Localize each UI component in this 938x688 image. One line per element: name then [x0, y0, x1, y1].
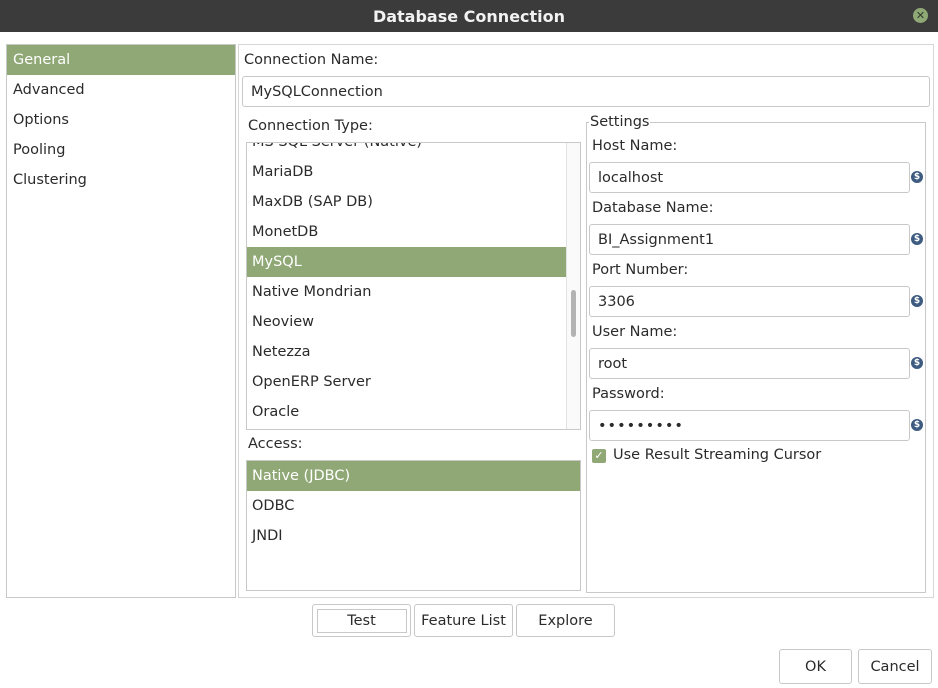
host-name-input[interactable]: localhost: [589, 162, 910, 193]
scrollbar-thumb[interactable]: [571, 290, 576, 337]
connection-name-label: Connection Name:: [244, 52, 379, 68]
password-input[interactable]: •••••••••: [589, 410, 910, 441]
title-bar: Database Connection ✕: [0, 0, 938, 32]
list-item[interactable]: MariaDB: [247, 157, 567, 187]
database-name-label: Database Name:: [592, 200, 714, 216]
connection-type-scrollbar[interactable]: [566, 143, 580, 429]
explore-button[interactable]: Explore: [516, 604, 615, 637]
connection-name-input[interactable]: MySQLConnection: [242, 76, 930, 107]
general-panel: Connection Name: MySQLConnection Connect…: [238, 44, 934, 598]
host-name-label: Host Name:: [592, 138, 678, 154]
user-name-input[interactable]: root: [589, 348, 910, 379]
list-item[interactable]: Neoview: [247, 307, 567, 337]
password-label: Password:: [592, 386, 665, 402]
nav-item-options[interactable]: Options: [7, 105, 235, 135]
list-item[interactable]: Netezza: [247, 337, 567, 367]
variable-icon[interactable]: $: [911, 419, 923, 431]
connection-type-items: MS SQL Server (Native) MariaDB MaxDB (SA…: [247, 143, 567, 427]
variable-icon[interactable]: $: [911, 233, 923, 245]
close-icon[interactable]: ✕: [913, 8, 928, 23]
settings-title: Settings: [589, 114, 651, 130]
test-button-focus: Test: [316, 608, 407, 633]
streaming-cursor-label[interactable]: Use Result Streaming Cursor: [613, 447, 821, 463]
variable-icon[interactable]: $: [911, 295, 923, 307]
feature-list-button[interactable]: Feature List: [414, 604, 513, 637]
list-item[interactable]: Oracle: [247, 397, 567, 427]
list-item[interactable]: Native Mondrian: [247, 277, 567, 307]
port-number-input[interactable]: 3306: [589, 286, 910, 317]
settings-nav: General Advanced Options Pooling Cluster…: [6, 44, 236, 598]
list-item[interactable]: MonetDB: [247, 217, 567, 247]
ok-button[interactable]: OK: [779, 649, 852, 684]
list-item[interactable]: ODBC: [247, 491, 580, 521]
list-item-selected[interactable]: Native (JDBC): [247, 461, 580, 491]
cancel-button[interactable]: Cancel: [858, 649, 932, 684]
test-button[interactable]: Test: [312, 604, 411, 637]
list-item[interactable]: MaxDB (SAP DB): [247, 187, 567, 217]
list-item[interactable]: JNDI: [247, 521, 580, 551]
access-list[interactable]: Native (JDBC) ODBC JNDI: [246, 460, 581, 591]
variable-icon[interactable]: $: [911, 357, 923, 369]
connection-type-label: Connection Type:: [248, 118, 373, 134]
database-name-input[interactable]: BI_Assignment1: [589, 224, 910, 255]
nav-item-advanced[interactable]: Advanced: [7, 75, 235, 105]
user-name-label: User Name:: [592, 324, 678, 340]
nav-item-general[interactable]: General: [7, 45, 235, 75]
list-item[interactable]: OpenERP Server: [247, 367, 567, 397]
streaming-cursor-checkbox[interactable]: ✓: [592, 449, 606, 463]
connection-type-list[interactable]: MS SQL Server (Native) MariaDB MaxDB (SA…: [246, 142, 581, 430]
list-item[interactable]: MS SQL Server (Native): [247, 143, 567, 157]
nav-item-pooling[interactable]: Pooling: [7, 135, 235, 165]
window-title: Database Connection: [372, 6, 566, 26]
access-label: Access:: [248, 436, 303, 452]
settings-group: Settings Host Name: localhost $ Database…: [586, 114, 926, 593]
port-number-label: Port Number:: [592, 262, 689, 278]
nav-item-clustering[interactable]: Clustering: [7, 165, 235, 195]
variable-icon[interactable]: $: [911, 171, 923, 183]
list-item-selected[interactable]: MySQL: [247, 247, 567, 277]
